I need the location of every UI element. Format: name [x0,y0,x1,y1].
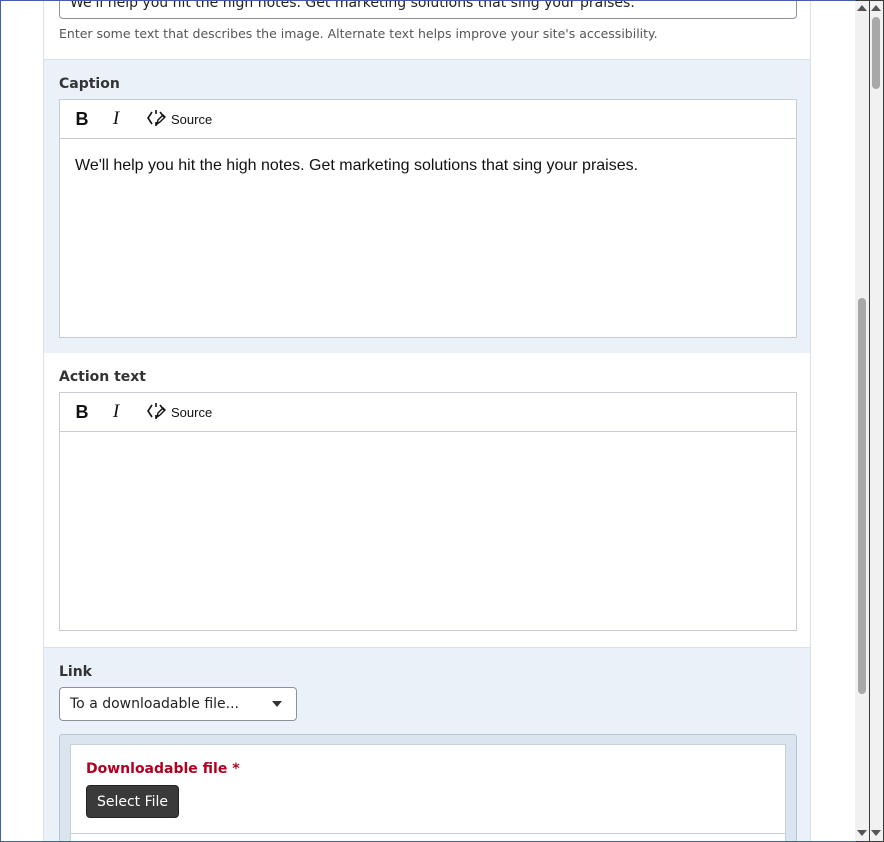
downloadable-file-wrapper: Downloadable file * Select File [59,734,797,841]
downloadable-file-field: Downloadable file * Select File [70,744,786,841]
field-divider [71,833,785,834]
source-code-icon [146,108,166,131]
dialog-scrollbar[interactable] [855,1,869,841]
source-code-icon [146,401,166,424]
bold-button[interactable]: B [70,398,94,426]
scroll-up-icon[interactable] [871,5,881,11]
caption-label: Caption [59,76,120,92]
media-edit-dialog: We'll help you hit the high notes. Get m… [0,0,856,842]
alt-text-section: We'll help you hit the high notes. Get m… [43,1,811,59]
caption-section: Caption B I Source We'll help you hit th… [43,59,811,353]
source-button[interactable]: Source [142,105,216,133]
select-file-button[interactable]: Select File [86,785,179,818]
italic-button[interactable]: I [104,398,128,426]
source-button-label: Source [171,111,213,127]
link-type-select[interactable]: To a downloadable file... [59,687,297,721]
link-label: Link [59,664,92,680]
dialog-scrollbar-thumb[interactable] [858,298,866,694]
action-text-section: Action text B I Source [43,353,811,647]
alt-text-input[interactable]: We'll help you hit the high notes. Get m… [59,1,797,19]
chevron-down-icon [272,701,282,707]
required-marker: * [232,761,240,777]
link-type-value: To a downloadable file... [70,696,240,712]
page-scrollbar[interactable] [870,1,883,841]
downloadable-file-label: Downloadable file * [86,761,240,777]
source-button[interactable]: Source [142,398,216,426]
bold-button[interactable]: B [70,105,94,133]
action-text-toolbar: B I Source [60,393,796,432]
action-text-editor: B I Source [59,392,797,631]
link-section: Link To a downloadable file... Downloada… [43,647,811,841]
scroll-up-icon[interactable] [857,5,867,11]
action-text-content[interactable] [60,432,796,630]
alt-text-help: Enter some text that describes the image… [59,26,658,41]
italic-button[interactable]: I [104,105,128,133]
page-scrollbar-thumb[interactable] [872,17,880,89]
caption-content[interactable]: We'll help you hit the high notes. Get m… [60,139,796,337]
source-button-label: Source [171,404,213,420]
caption-editor: B I Source We'll help you hit the high n… [59,99,797,338]
action-text-label: Action text [59,369,146,385]
scroll-down-icon[interactable] [857,830,867,836]
scroll-down-icon[interactable] [871,830,881,836]
caption-toolbar: B I Source [60,100,796,139]
